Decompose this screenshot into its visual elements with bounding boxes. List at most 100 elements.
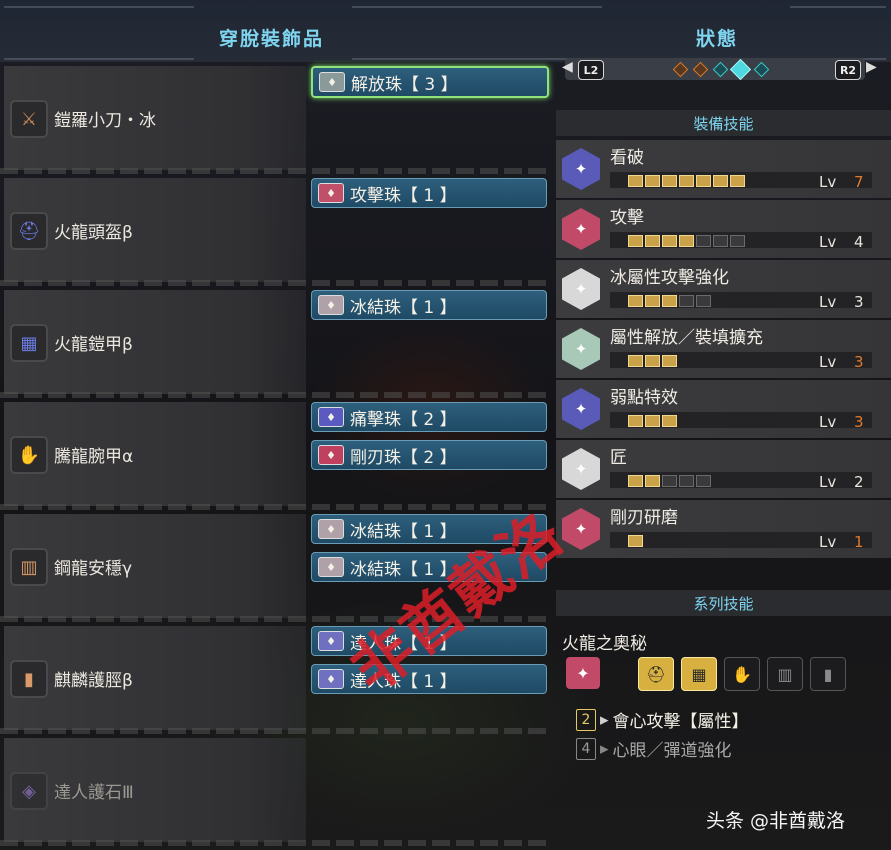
decoration-slot[interactable]: ♦ 攻擊珠【 1 】 [311,178,547,208]
skill-row[interactable]: ✦ 剛刃研磨 Lv 1 [556,500,891,558]
level-pip [679,295,694,307]
level-pip [628,355,643,367]
level-pip [628,535,643,547]
skill-level: 3 [854,413,864,431]
decoration-gem-icon: ♦ [318,183,344,203]
equipment-card[interactable] [4,290,306,394]
skill-row[interactable]: ✦ 匠 Lv 2 [556,440,891,498]
equipment-row[interactable]: ▦ 火龍鎧甲β ♦ 冰結珠【 1 】 [0,286,552,398]
ornament [4,6,194,60]
skill-row[interactable]: ✦ 看破 Lv 7 [556,140,891,198]
decoration-slot[interactable]: ♦ 解放珠【 3 】 [311,66,549,98]
skill-icon: ✦ [562,208,600,250]
decoration-slot[interactable]: ♦ 剛刃珠【 2 】 [311,440,547,470]
equipment-name: 騰龍腕甲α [54,447,134,467]
series-bonus-1: 2 ▸ 會心攻擊【屬性】 [576,707,749,732]
level-pip [628,235,643,247]
level-pip [662,355,677,367]
level-pip [662,235,677,247]
equipment-card[interactable] [4,738,306,842]
equipment-card[interactable] [4,178,306,282]
skill-icon: ✦ [562,328,600,370]
ornament [790,6,886,60]
level-pip [696,295,711,307]
skill-row[interactable]: ✦ 冰屬性攻擊強化 Lv 3 [556,260,891,318]
equipment-card[interactable] [4,402,306,506]
bonus-arrow-icon: ▸ [600,709,609,730]
bonus-label: 會心攻擊【屬性】 [612,712,749,732]
r2-button[interactable]: R2 [835,60,861,80]
level-pip [628,475,643,487]
skill-level: 3 [854,353,864,371]
level-pip [628,415,643,427]
decoration-label: 攻擊珠【 1 】 [350,185,457,206]
level-pip [696,235,711,247]
skill-row[interactable]: ✦ 屬性解放／裝填擴充 Lv 3 [556,320,891,378]
equipment-row[interactable]: ◈ 達人護石Ⅲ [0,734,552,846]
skill-row[interactable]: ✦ 弱點特效 Lv 3 [556,380,891,438]
bonus-label: 心眼／彈道強化 [612,741,732,761]
level-pip [679,475,694,487]
skill-icon: ✦ [562,388,600,430]
skill-level: 2 [854,473,864,491]
level-pip [730,235,745,247]
decoration-gem-icon: ♦ [318,295,344,315]
skill-icon: ✦ [562,448,600,490]
skill-name: 剛刃研磨 [610,508,678,528]
equipment-card[interactable] [4,514,306,618]
skill-icon: ✦ [562,268,600,310]
series-name: 火龍之奧秘 [562,634,647,654]
charm-icon: ◈ [10,772,48,810]
decoration-gem-icon: ♦ [318,557,344,577]
decoration-gem-icon: ♦ [318,407,344,427]
decoration-label: 解放珠【 3 】 [351,74,458,95]
bonus-arrow-icon: ▸ [600,738,609,759]
arrow-left-icon[interactable]: ◀ [562,59,573,75]
equipment-row[interactable]: ✋ 騰龍腕甲α ♦ 痛擊珠【 2 】 ♦ 剛刃珠【 2 】 [0,398,552,510]
level-pip [713,175,728,187]
series-piece-icon: ▦ [681,657,717,691]
arrow-right-icon[interactable]: ▶ [866,59,877,75]
level-pip [662,295,677,307]
level-pip [679,235,694,247]
decoration-slot[interactable]: ♦ 冰結珠【 1 】 [311,290,547,320]
decoration-gem-icon: ♦ [318,519,344,539]
equipment-name: 火龍頭盔β [54,223,133,243]
skill-name: 攻擊 [610,208,644,228]
decoration-label: 冰結珠【 1 】 [350,297,457,318]
series-piece-icon: ▥ [767,657,803,691]
skill-row[interactable]: ✦ 攻擊 Lv 4 [556,200,891,258]
level-pip [696,175,711,187]
weapon-icon: ⚔ [10,100,48,138]
series-piece-icon: ⛑ [638,657,674,691]
leg-armor-icon: ▮ [10,660,48,698]
level-pip [628,175,643,187]
equipment-row[interactable]: ⛑ 火龍頭盔β ♦ 攻擊珠【 1 】 [0,174,552,286]
level-pip [645,415,660,427]
skill-name: 屬性解放／裝填擴充 [610,328,763,348]
top-bar [0,0,891,62]
skill-name: 冰屬性攻擊強化 [610,268,729,288]
equipment-card[interactable] [4,626,306,730]
watermark-credit: 头条 @非酋戴洛 [706,810,846,832]
equipment-name: 達人護石Ⅲ [54,783,134,803]
series-emblem-icon: ✦ [566,657,600,689]
level-pip [645,355,660,367]
l2-button[interactable]: L2 [578,60,604,80]
chest-armor-icon: ▦ [10,324,48,362]
decoration-label: 剛刃珠【 2 】 [350,447,457,468]
level-pip [662,415,677,427]
level-pip [645,475,660,487]
level-pip [679,175,694,187]
equip-skills-header: 裝備技能 [556,110,891,136]
equipment-row[interactable]: ⚔ 鎧羅小刀・冰 ♦ 解放珠【 3 】 [0,62,552,174]
series-piece-icon: ✋ [724,657,760,691]
decoration-slot[interactable]: ♦ 痛擊珠【 2 】 [311,402,547,432]
level-label: Lv [819,353,837,371]
skill-name: 看破 [610,148,644,168]
series-skills-header: 系列技能 [556,590,891,616]
level-label: Lv [819,233,837,251]
equipment-name: 鋼龍安穩γ [54,559,133,579]
level-pip [662,175,677,187]
level-pip [713,235,728,247]
